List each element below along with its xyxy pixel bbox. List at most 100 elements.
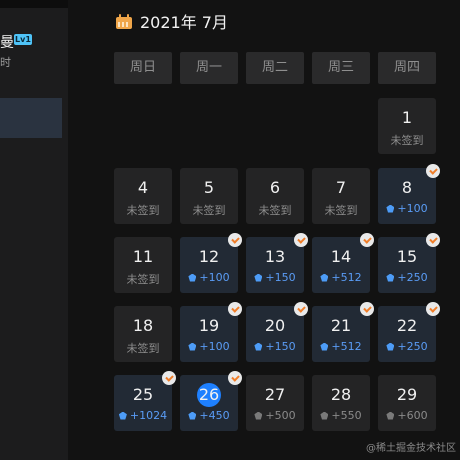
day-number: 28	[330, 385, 352, 404]
ore-icon	[188, 273, 197, 282]
day-cell[interactable]: 12 +100	[180, 233, 242, 293]
reward: +250	[378, 271, 436, 284]
day-number: 29	[396, 385, 418, 404]
reward-value: +512	[331, 271, 362, 284]
reward-value: +150	[265, 271, 296, 284]
reward: +450	[180, 409, 238, 422]
day-cell[interactable]: 6 未签到	[246, 168, 304, 224]
day-number: 18	[132, 316, 154, 335]
ore-icon	[118, 411, 127, 420]
reward-value: +250	[397, 271, 428, 284]
check-icon	[426, 164, 440, 178]
day-cell[interactable]: 28 +550	[312, 375, 370, 431]
weekday-mon: 周一	[180, 52, 238, 84]
day-cell[interactable]: 7 未签到	[312, 168, 370, 224]
ore-icon	[254, 411, 263, 420]
sign-status: 未签到	[192, 204, 226, 217]
reward-value: +250	[397, 340, 428, 353]
day-number: 19	[198, 316, 220, 335]
check-icon	[228, 371, 242, 385]
check-icon	[162, 371, 176, 385]
reward-value: +500	[265, 409, 296, 422]
day-number: 20	[264, 316, 286, 335]
weekday-wed: 周三	[312, 52, 370, 84]
day-number: 11	[132, 247, 154, 266]
ore-icon	[386, 342, 395, 351]
watermark: @稀土掘金技术社区	[366, 443, 456, 454]
day-number: 22	[396, 316, 418, 335]
day-number: 7	[335, 178, 347, 197]
day-cell[interactable]: 22 +250	[378, 302, 440, 362]
sign-status: 未签到	[258, 204, 292, 217]
sign-status: 未签到	[126, 342, 160, 355]
sign-status: 未签到	[324, 204, 358, 217]
day-cell[interactable]: 1 未签到	[378, 98, 436, 154]
day-number: 12	[198, 247, 220, 266]
day-number: 5	[203, 178, 215, 197]
day-cell[interactable]: 8 +100	[378, 164, 440, 224]
calendar-icon	[116, 13, 132, 29]
day-cell[interactable]: 26 +450	[180, 371, 242, 431]
day-number: 25	[132, 385, 154, 404]
day-number: 6	[269, 178, 281, 197]
day-number: 27	[264, 385, 286, 404]
check-icon	[426, 302, 440, 316]
sidebar-active-item[interactable]	[0, 98, 62, 138]
day-number: 1	[401, 108, 413, 127]
today-marker: 26	[197, 383, 221, 407]
day-cell[interactable]: 15 +250	[378, 233, 440, 293]
month-header: 2021年 7月	[116, 10, 228, 32]
reward-value: +600	[397, 409, 428, 422]
ore-icon	[386, 204, 395, 213]
ore-icon	[386, 273, 395, 282]
reward-value: +1024	[129, 409, 168, 422]
day-cell[interactable]: 14 +512	[312, 233, 374, 293]
ore-icon	[320, 411, 329, 420]
user-name[interactable]: 曼	[0, 32, 14, 52]
reward: +150	[246, 340, 304, 353]
ore-icon	[320, 273, 329, 282]
day-cell[interactable]: 25 +1024	[114, 371, 176, 431]
ore-icon	[188, 411, 197, 420]
day-number: 14	[330, 247, 352, 266]
reward: +150	[246, 271, 304, 284]
check-icon	[426, 233, 440, 247]
reward: +100	[180, 340, 238, 353]
day-cell[interactable]: 13 +150	[246, 233, 308, 293]
day-cell[interactable]: 19 +100	[180, 302, 242, 362]
day-number: 4	[137, 178, 149, 197]
reward-value: +550	[331, 409, 362, 422]
reward: +550	[312, 409, 370, 422]
reward: +1024	[114, 409, 172, 422]
day-cell[interactable]: 20 +150	[246, 302, 308, 362]
reward-value: +100	[199, 271, 230, 284]
day-number: 26	[180, 383, 238, 407]
reward: +250	[378, 340, 436, 353]
reward: +512	[312, 340, 370, 353]
ore-icon	[254, 273, 263, 282]
reward: +600	[378, 409, 436, 422]
day-cell[interactable]: 27 +500	[246, 375, 304, 431]
check-icon	[228, 302, 242, 316]
reward-value: +100	[199, 340, 230, 353]
sign-status: 未签到	[390, 134, 424, 147]
ore-icon	[386, 411, 395, 420]
calendar-panel: 2021年 7月 周日 周一 周二 周三 周四 1 未签到 4 未签到 5 未签到 6 未签到…	[84, 0, 460, 460]
reward-value: +100	[397, 202, 428, 215]
day-number: 15	[396, 247, 418, 266]
day-cell[interactable]: 18 未签到	[114, 306, 172, 362]
ore-icon	[320, 342, 329, 351]
day-cell[interactable]: 11 未签到	[114, 237, 172, 293]
reward: +100	[378, 202, 436, 215]
day-cell[interactable]: 29 +600	[378, 375, 436, 431]
ore-icon	[188, 342, 197, 351]
day-cell[interactable]: 4 未签到	[114, 168, 172, 224]
sidebar: 曼 Lv1 时	[0, 0, 68, 460]
day-cell[interactable]: 21 +512	[312, 302, 374, 362]
day-cell[interactable]: 5 未签到	[180, 168, 238, 224]
sign-status: 未签到	[126, 273, 160, 286]
ore-icon	[254, 342, 263, 351]
reward-value: +150	[265, 340, 296, 353]
check-icon	[294, 233, 308, 247]
reward: +512	[312, 271, 370, 284]
